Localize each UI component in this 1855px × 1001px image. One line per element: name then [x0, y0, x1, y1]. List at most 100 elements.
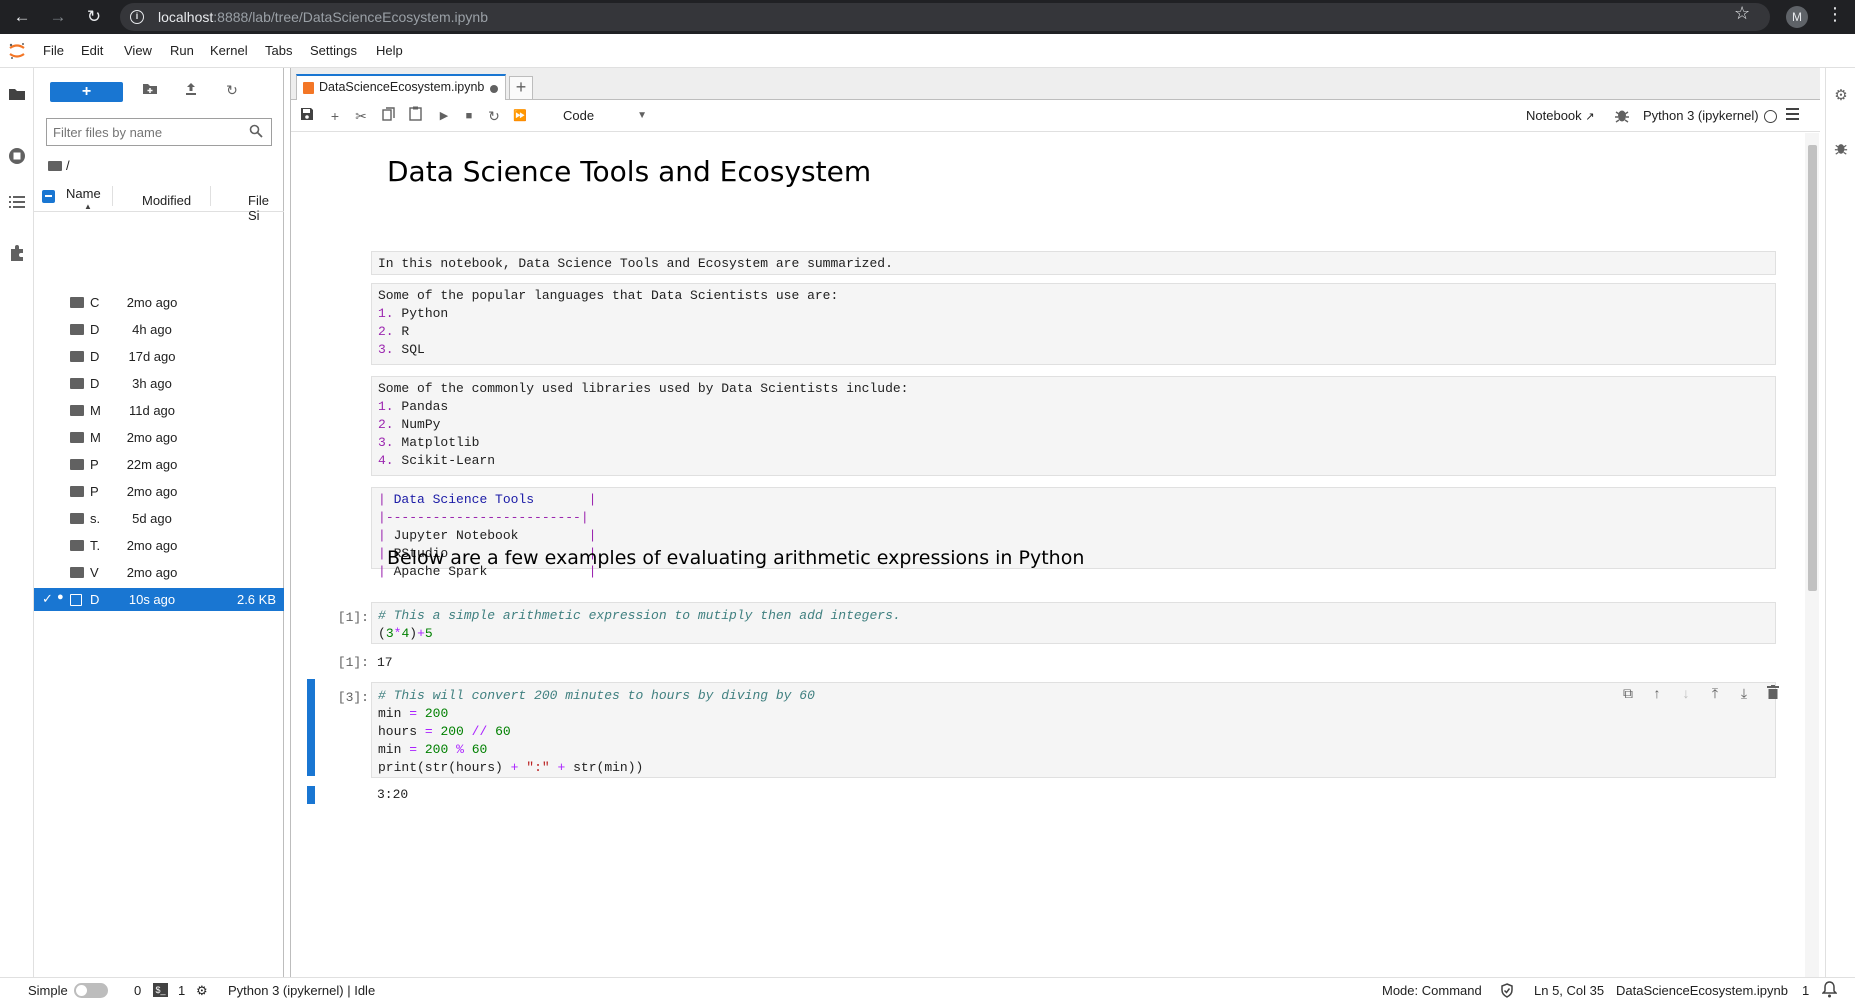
- folder-icon: [70, 540, 84, 551]
- unsaved-dot-icon[interactable]: [490, 85, 498, 93]
- code-cell-1[interactable]: # This a simple arithmetic expression to…: [371, 602, 1776, 644]
- menu-tabs[interactable]: Tabs: [265, 43, 292, 58]
- menu-view[interactable]: View: [124, 43, 152, 58]
- new-folder-icon[interactable]: [140, 82, 160, 102]
- move-down-icon[interactable]: ↓: [1676, 685, 1696, 705]
- column-size-header[interactable]: File Si: [248, 193, 284, 223]
- bell-icon[interactable]: [1822, 981, 1837, 998]
- insert-below-icon[interactable]: ⤓: [1734, 685, 1754, 705]
- file-row[interactable]: P 2mo ago: [34, 480, 284, 503]
- duplicate-cell-icon[interactable]: ⧉: [1618, 685, 1638, 705]
- upload-icon[interactable]: [181, 82, 201, 102]
- code-cell-2[interactable]: # This will convert 200 minutes to hours…: [371, 682, 1776, 778]
- breadcrumb[interactable]: /: [48, 158, 70, 173]
- notebook-heading: Data Science Tools and Ecosystem: [387, 155, 872, 188]
- file-row[interactable]: P 22m ago: [34, 453, 284, 476]
- kernel-count[interactable]: 1: [178, 983, 185, 998]
- kernel-sessions-icon[interactable]: ⚙: [196, 983, 208, 999]
- notebook-menu-icon[interactable]: [1786, 108, 1799, 121]
- menu-edit[interactable]: Edit: [81, 43, 103, 58]
- delete-cell-icon[interactable]: [1763, 685, 1783, 705]
- file-row[interactable]: s. 5d ago: [34, 507, 284, 530]
- running-sessions-icon[interactable]: [7, 146, 27, 166]
- notebook-panel[interactable]: Data Science Tools and Ecosystem In this…: [291, 133, 1820, 977]
- trusted-shield-icon[interactable]: [1500, 983, 1514, 1001]
- file-row[interactable]: T. 2mo ago: [34, 534, 284, 557]
- notification-count[interactable]: 1: [1802, 983, 1809, 998]
- terminal-icon[interactable]: $_: [153, 983, 168, 997]
- file-modified: 3h ago: [132, 376, 172, 391]
- menu-help[interactable]: Help: [376, 43, 403, 58]
- debugger-icon[interactable]: [1614, 106, 1630, 124]
- menu-run[interactable]: Run: [170, 43, 194, 58]
- kernel-status-text[interactable]: Python 3 (ipykernel) | Idle: [228, 983, 375, 998]
- column-name-header[interactable]: Name: [66, 186, 101, 201]
- file-row[interactable]: M 11d ago: [34, 399, 284, 422]
- copy-icon[interactable]: [378, 106, 398, 126]
- active-cell-marker[interactable]: [307, 786, 315, 804]
- notebook-subheading: Below are a few examples of evaluating a…: [387, 547, 1085, 569]
- debugger-icon[interactable]: [1832, 140, 1850, 158]
- file-list-header: Name ▲ Modified File Si: [34, 178, 284, 223]
- forward-icon[interactable]: →: [46, 5, 70, 29]
- extension-manager-icon[interactable]: [7, 244, 27, 264]
- simple-mode-label: Simple: [28, 983, 68, 998]
- restart-kernel-icon[interactable]: ↻: [484, 106, 504, 126]
- kernel-name-button[interactable]: Python 3 (ipykernel): [1643, 108, 1759, 123]
- move-up-icon[interactable]: ↑: [1647, 685, 1667, 705]
- cut-icon[interactable]: ✂: [351, 106, 371, 126]
- markdown-cell-languages[interactable]: Some of the popular languages that Data …: [371, 283, 1776, 365]
- notebook-scrollbar[interactable]: [1805, 133, 1819, 977]
- folder-icon: [70, 297, 84, 308]
- reload-icon[interactable]: ↻: [82, 5, 106, 29]
- profile-avatar[interactable]: M: [1786, 6, 1808, 28]
- markdown-cell-libraries[interactable]: Some of the commonly used libraries used…: [371, 376, 1776, 476]
- insert-above-icon[interactable]: ⤒: [1705, 685, 1725, 705]
- filter-files-input[interactable]: [53, 124, 233, 140]
- run-cell-icon[interactable]: ▶: [434, 106, 454, 126]
- file-row[interactable]: V 2mo ago: [34, 561, 284, 584]
- tab-notebook[interactable]: DataScienceEcosystem.ipynb: [296, 74, 506, 100]
- menu-file[interactable]: File: [43, 43, 64, 58]
- folder-icon: [70, 378, 84, 389]
- file-row[interactable]: M 2mo ago: [34, 426, 284, 449]
- restart-run-all-icon[interactable]: ⏩: [510, 106, 530, 126]
- site-info-icon[interactable]: i: [130, 10, 144, 24]
- refresh-icon[interactable]: ↻: [222, 82, 242, 102]
- file-row[interactable]: ✓ ● D 10s ago 2.6 KB: [34, 588, 284, 611]
- file-modified: 2mo ago: [126, 295, 178, 310]
- interrupt-kernel-icon[interactable]: ■: [459, 106, 479, 126]
- simple-mode-toggle[interactable]: [74, 983, 108, 998]
- bookmark-star-icon[interactable]: ☆: [1734, 3, 1750, 24]
- menu-settings[interactable]: Settings: [310, 43, 357, 58]
- folder-icon[interactable]: [7, 86, 27, 106]
- column-modified-header[interactable]: Modified: [142, 193, 191, 208]
- file-row[interactable]: D 3h ago: [34, 372, 284, 395]
- table-of-contents-icon[interactable]: [7, 194, 27, 214]
- cell-type-dropdown[interactable]: Code ▼: [563, 106, 649, 126]
- paste-icon[interactable]: [405, 106, 425, 126]
- browser-menu-icon[interactable]: ⋮: [1826, 4, 1844, 25]
- file-name: T.: [90, 538, 101, 553]
- scrollbar-thumb[interactable]: [1808, 145, 1817, 591]
- markdown-cell-intro[interactable]: In this notebook, Data Science Tools and…: [371, 251, 1776, 275]
- file-row[interactable]: D 4h ago: [34, 318, 284, 341]
- file-row[interactable]: D 17d ago: [34, 345, 284, 368]
- terminal-count[interactable]: 0: [134, 983, 141, 998]
- save-icon[interactable]: [297, 106, 317, 126]
- open-in-notebook-button[interactable]: Notebook ↗: [1526, 108, 1595, 123]
- file-modified: 2mo ago: [126, 538, 178, 553]
- new-launcher-button[interactable]: +: [50, 82, 123, 102]
- property-inspector-icon[interactable]: ⚙: [1832, 86, 1850, 104]
- back-icon[interactable]: ←: [10, 5, 34, 29]
- output-prompt: [1]:: [337, 655, 369, 670]
- insert-cell-icon[interactable]: +: [325, 106, 345, 126]
- address-bar[interactable]: i localhost:8888/lab/tree/DataScienceEco…: [120, 3, 1770, 31]
- new-tab-button[interactable]: +: [509, 76, 533, 100]
- folder-icon: [48, 161, 62, 171]
- menu-kernel[interactable]: Kernel: [210, 43, 248, 58]
- cursor-position[interactable]: Ln 5, Col 35: [1534, 983, 1604, 998]
- file-row[interactable]: C 2mo ago: [34, 291, 284, 314]
- checkmark-icon: ✓: [42, 591, 53, 606]
- select-all-checkbox[interactable]: [42, 190, 55, 203]
